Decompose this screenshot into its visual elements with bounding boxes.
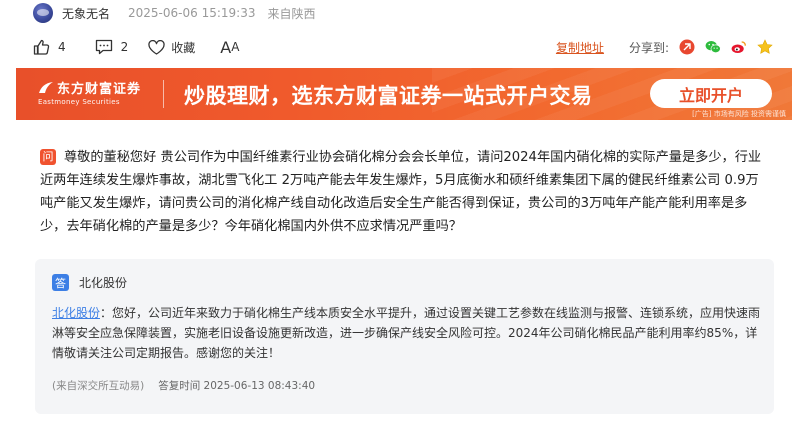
answer-text-block: 北化股份：您好，公司近年来致力于硝化棉生产线本质安全水平提升，通过设置关键工艺参…: [52, 303, 762, 363]
heart-icon: [148, 39, 165, 55]
question-text: 尊敬的董秘您好 贵公司作为中国纤维素行业协会硝化棉分会会长单位，请问2024年国…: [40, 150, 762, 234]
share-group: 复制地址 分享到:: [556, 39, 773, 56]
question-badge: 问: [40, 149, 56, 165]
eastmoney-logo-icon: [39, 82, 53, 93]
share-weibo-button[interactable]: [731, 39, 747, 55]
post-meta: 无象无名 2025-06-06 15:19:33 来自陕西: [33, 2, 315, 24]
post-location: 来自陕西: [267, 6, 316, 21]
brand-name-en: Eastmoney Securities: [38, 98, 120, 106]
answer-company[interactable]: 北化股份: [79, 274, 127, 291]
brand-name-cn: 东方财富证券: [57, 82, 142, 97]
answer-source: (来自深交所互动易): [52, 380, 145, 392]
brand-logo: 东方财富证券 Eastmoney Securities: [38, 78, 141, 106]
wechat-icon: [705, 40, 721, 54]
font-size-large-label: A: [220, 37, 232, 57]
share-qzone-button[interactable]: [757, 39, 773, 55]
weibo-icon: [731, 41, 746, 54]
answer-header: 答 北化股份: [52, 274, 127, 291]
like-button[interactable]: 4: [33, 39, 66, 55]
share-label: 分享到:: [628, 40, 669, 55]
brand-divider: [163, 80, 164, 108]
like-count: 4: [58, 40, 66, 54]
company-mention-link[interactable]: 北化股份: [52, 306, 100, 320]
avatar[interactable]: [33, 3, 53, 23]
comment-icon: [95, 39, 112, 55]
thumbs-up-icon: [33, 39, 50, 55]
author-name[interactable]: 无象无名: [62, 5, 110, 22]
font-size-small-label: A: [231, 40, 240, 54]
ad-disclaimer: [广告] 市场有风险 投资需谨慎: [692, 110, 786, 118]
answer-footer: (来自深交所互动易) 答复时间 2025-06-13 08:43:40: [52, 378, 315, 393]
toutiao-icon: [679, 39, 695, 55]
share-wechat-button[interactable]: [705, 39, 721, 55]
comment-button[interactable]: 2: [95, 39, 129, 55]
qzone-star-icon: [757, 39, 773, 54]
question-block: 问尊敬的董秘您好 贵公司作为中国纤维素行业协会硝化棉分会会长单位，请问2024年…: [40, 146, 770, 238]
action-bar: 4 2 收藏 AA 复制地址 分享到:: [33, 36, 773, 58]
favorite-button[interactable]: 收藏: [148, 39, 195, 56]
answer-reply-time: 答复时间 2025-06-13 08:43:40: [158, 380, 316, 392]
ad-banner[interactable]: 东方财富证券 Eastmoney Securities 炒股理财，选东方财富证券…: [16, 68, 792, 120]
comment-count: 2: [120, 40, 129, 54]
open-account-button[interactable]: 立即开户: [650, 79, 772, 108]
banner-slogan: 炒股理财，选东方财富证券一站式开户交易: [184, 84, 593, 108]
share-toutiao-button[interactable]: [679, 39, 695, 55]
answer-badge: 答: [52, 274, 69, 291]
font-size-toggle[interactable]: AA: [220, 38, 239, 57]
answer-box: 答 北化股份 北化股份：您好，公司近年来致力于硝化棉生产线本质安全水平提升，通过…: [35, 259, 774, 414]
post-time: 2025-06-06 15:19:33: [128, 6, 256, 20]
answer-text: ：您好，公司近年来致力于硝化棉生产线本质安全水平提升，通过设置关键工艺参数在线监…: [52, 306, 761, 360]
copy-link-button[interactable]: 复制地址: [556, 39, 604, 56]
favorite-label: 收藏: [171, 40, 196, 55]
